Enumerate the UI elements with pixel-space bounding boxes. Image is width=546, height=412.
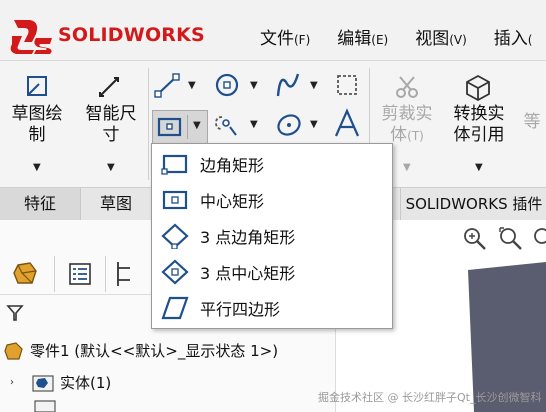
- menu-item-label: 中心矩形: [200, 192, 265, 211]
- line-icon[interactable]: [154, 72, 182, 98]
- convert-entities-label: 转换实 体引用: [453, 104, 505, 145]
- tab-solidworks-addins[interactable]: SOLIDWORKS 插件: [400, 188, 546, 220]
- slot-icon[interactable]: [214, 111, 244, 139]
- tree-item-solid-bodies[interactable]: › 实体(1): [10, 372, 111, 393]
- chevron-down-icon[interactable]: ▼: [250, 119, 258, 130]
- parallelogram-icon: [160, 293, 190, 323]
- chevron-down-icon[interactable]: ▼: [310, 80, 318, 91]
- offset-entities-button[interactable]: 等: [518, 70, 546, 180]
- smart-dimension-button[interactable]: 智能尺寸 ▼: [76, 70, 146, 180]
- chevron-down-icon: ▼: [33, 162, 41, 173]
- smart-dimension-label: 智能尺寸: [85, 104, 137, 145]
- ribbon-divider: [148, 68, 149, 180]
- text-tool-icon[interactable]: [332, 108, 362, 140]
- smart-dimension-icon: [99, 77, 119, 97]
- menu-item-center-rectangle[interactable]: 中心矩形: [152, 182, 392, 218]
- sketch-icon: [27, 76, 47, 96]
- menu-view[interactable]: 视图(V): [400, 24, 479, 50]
- property-manager-tab[interactable]: [54, 256, 106, 292]
- chevron-down-icon[interactable]: ▼: [188, 80, 196, 91]
- menu-item-3-point-corner-rectangle[interactable]: 3 点边角矩形: [152, 218, 392, 254]
- zoom-to-area-icon[interactable]: [498, 226, 524, 252]
- chevron-down-icon: ▼: [107, 162, 115, 173]
- zoom-to-fit-icon[interactable]: [462, 226, 488, 252]
- circle-icon[interactable]: [214, 72, 242, 98]
- center-rectangle-icon: [157, 117, 182, 137]
- menu-item-corner-rectangle[interactable]: 边角矩形: [152, 146, 392, 182]
- spline-icon[interactable]: [274, 70, 302, 100]
- rectangle-type-menu: 边角矩形 中心矩形 3 点边角矩形 3 点中心矩形 平行四边形: [151, 143, 393, 329]
- 3-point-corner-rectangle-icon: [160, 221, 190, 251]
- tree-item-solid-bodies-label: 实体(1): [60, 374, 112, 392]
- center-rectangle-icon: [160, 185, 190, 215]
- chevron-down-icon[interactable]: ▼: [250, 80, 258, 91]
- construction-geometry-icon[interactable]: [334, 72, 362, 98]
- folder-icon: [32, 374, 54, 392]
- ellipse-icon[interactable]: [274, 111, 304, 139]
- tree-item-part-label: 零件1 (默认<<默认>_显示状态 1>): [30, 342, 279, 360]
- chevron-down-icon: ▼: [475, 162, 483, 173]
- expand-arrow-icon[interactable]: ›: [10, 377, 14, 388]
- chevron-down-icon: ▼: [403, 162, 411, 173]
- convert-entities-button[interactable]: 转换实 体引用 ▼: [444, 70, 514, 180]
- solidworks-logo: SOLIDWORKS: [10, 15, 215, 55]
- logo-wordmark: SOLIDWORKS: [58, 24, 205, 46]
- sketch-button[interactable]: 草图绘制 ▼: [4, 70, 70, 180]
- rectangle-tool-button[interactable]: ▼: [152, 110, 208, 144]
- ds-logo-icon: [10, 20, 52, 54]
- chevron-down-icon: ▼: [193, 120, 201, 131]
- 3-point-center-rectangle-icon: [160, 257, 190, 287]
- part-icon: [4, 341, 23, 360]
- tab-features[interactable]: 特征: [0, 188, 81, 220]
- menu-edit[interactable]: 编辑(E): [322, 24, 400, 50]
- folder-icon: [34, 400, 56, 412]
- menu-item-label: 3 点边角矩形: [200, 228, 296, 247]
- chevron-down-icon[interactable]: ▼: [310, 119, 318, 130]
- rectangle-dropdown-toggle[interactable]: ▼: [187, 115, 207, 139]
- trim-entities-label: 剪裁实 体(T): [381, 104, 433, 145]
- menu-file[interactable]: 文件(F): [245, 24, 322, 50]
- watermark: 掘金技术社区 @ 长沙红胖子Qt_长沙创微智科: [318, 391, 542, 404]
- offset-entities-label: 等: [523, 112, 541, 132]
- tree-item-part[interactable]: 零件1 (默认<<默认>_显示状态 1>): [4, 340, 278, 361]
- sketch-label: 草图绘制: [11, 104, 63, 145]
- scissors-icon: [396, 76, 418, 98]
- tab-sketch[interactable]: 草图: [81, 188, 151, 220]
- menu-item-label: 3 点中心矩形: [200, 264, 296, 283]
- configuration-manager-icon[interactable]: [114, 260, 140, 288]
- menu-insert[interactable]: 插入(: [479, 24, 545, 50]
- feature-tree-icon[interactable]: [10, 261, 40, 287]
- convert-entities-icon: [466, 74, 490, 102]
- property-manager-icon: [69, 263, 91, 285]
- menu-item-parallelogram[interactable]: 平行四边形: [152, 290, 392, 326]
- menu-item-3-point-center-rectangle[interactable]: 3 点中心矩形: [152, 254, 392, 290]
- filter-icon[interactable]: [6, 304, 24, 322]
- menu-item-label: 边角矩形: [200, 156, 265, 175]
- menu-bar: 文件(F) 编辑(E) 视图(V) 插入(: [245, 24, 544, 50]
- previous-view-icon[interactable]: [532, 226, 546, 252]
- corner-rectangle-icon: [160, 149, 190, 179]
- menu-item-label: 平行四边形: [200, 300, 281, 319]
